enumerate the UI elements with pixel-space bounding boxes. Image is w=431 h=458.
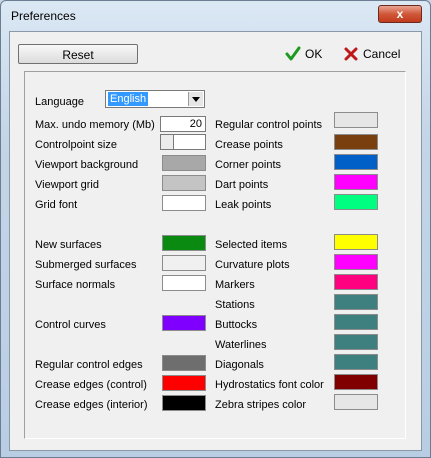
- ok-button[interactable]: OK: [285, 44, 325, 64]
- color-swatch[interactable]: [334, 354, 378, 370]
- color-label: Crease edges (control): [35, 379, 147, 391]
- preferences-window: Preferences x Reset OK Cancel Language E…: [0, 0, 431, 458]
- color-label: Zebra stripes color: [215, 399, 307, 411]
- cancel-label: Cancel: [363, 47, 401, 61]
- color-swatch[interactable]: [162, 235, 206, 251]
- color-label: Regular control edges: [35, 359, 143, 371]
- color-swatch[interactable]: [334, 314, 378, 330]
- color-label: Selected items: [215, 239, 288, 251]
- controlpoint-size-label: Controlpoint size: [35, 139, 117, 151]
- color-label: Hydrostatics font color: [215, 379, 324, 391]
- language-select[interactable]: English: [105, 90, 205, 108]
- color-label: Waterlines: [215, 339, 267, 351]
- color-label: Crease points: [215, 139, 283, 151]
- color-swatch[interactable]: [334, 234, 378, 250]
- color-swatch[interactable]: [334, 154, 378, 170]
- color-swatch[interactable]: [334, 254, 378, 270]
- color-swatch[interactable]: [162, 395, 206, 411]
- close-icon: x: [396, 7, 404, 21]
- color-label: Regular control points: [215, 119, 323, 131]
- color-label: Buttocks: [215, 319, 258, 331]
- color-swatch[interactable]: [334, 274, 378, 290]
- language-label: Language: [35, 96, 84, 108]
- color-label: Grid font: [35, 199, 78, 211]
- color-swatch[interactable]: [162, 195, 206, 211]
- color-label: Leak points: [215, 199, 272, 211]
- ok-label: OK: [305, 47, 323, 61]
- color-swatch[interactable]: [334, 394, 378, 410]
- color-swatch[interactable]: [162, 255, 206, 271]
- color-swatch[interactable]: [334, 174, 378, 190]
- cross-icon: [344, 47, 358, 61]
- color-label: Markers: [215, 279, 255, 291]
- color-swatch[interactable]: [162, 175, 206, 191]
- color-swatch[interactable]: [334, 334, 378, 350]
- title-bar[interactable]: Preferences x: [1, 1, 430, 31]
- color-swatch[interactable]: [334, 194, 378, 210]
- color-label: New surfaces: [35, 239, 102, 251]
- color-label: Diagonals: [215, 359, 264, 371]
- color-swatch[interactable]: [334, 112, 378, 128]
- color-swatch[interactable]: [162, 275, 206, 291]
- window-title: Preferences: [11, 9, 76, 23]
- color-swatch[interactable]: [162, 155, 206, 171]
- color-label: Control curves: [35, 319, 106, 331]
- color-swatch[interactable]: [162, 315, 206, 331]
- color-label: Curvature plots: [215, 259, 290, 271]
- color-label: Viewport grid: [35, 179, 99, 191]
- spinner-icon[interactable]: [161, 135, 174, 149]
- chevron-down-icon[interactable]: [188, 92, 203, 106]
- color-label: Dart points: [215, 179, 269, 191]
- color-label: Viewport background: [35, 159, 139, 171]
- undo-memory-label: Max. undo memory (Mb): [35, 119, 155, 131]
- cancel-button[interactable]: Cancel: [343, 44, 405, 64]
- dialog-body: Reset OK Cancel Language English Max. un…: [9, 31, 422, 451]
- color-swatch[interactable]: [162, 355, 206, 371]
- reset-button[interactable]: Reset: [18, 44, 138, 64]
- color-label: Corner points: [215, 159, 282, 171]
- color-swatch[interactable]: [334, 374, 378, 390]
- color-swatch[interactable]: [334, 134, 378, 150]
- checkmark-icon: [285, 46, 301, 61]
- language-value: English: [108, 92, 149, 106]
- controlpoint-size-input[interactable]: [160, 134, 206, 150]
- color-swatch[interactable]: [334, 294, 378, 310]
- color-swatch[interactable]: [162, 375, 206, 391]
- color-label: Stations: [215, 299, 255, 311]
- color-label: Surface normals: [35, 279, 116, 291]
- color-label: Crease edges (interior): [35, 399, 148, 411]
- close-button[interactable]: x: [378, 5, 422, 23]
- undo-memory-input[interactable]: 20: [160, 116, 206, 132]
- color-label: Submerged surfaces: [35, 259, 137, 271]
